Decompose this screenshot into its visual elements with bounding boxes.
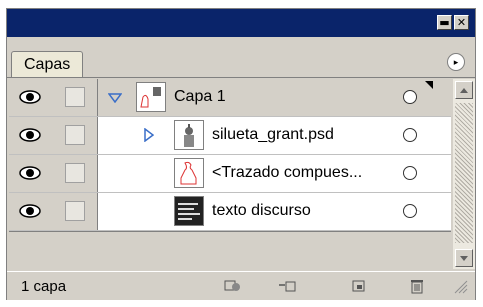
layer-name: Capa 1 bbox=[174, 88, 226, 105]
lock-toggle[interactable] bbox=[57, 79, 98, 116]
target-circle-icon[interactable] bbox=[403, 204, 417, 218]
panel-footer: 1 capa bbox=[7, 271, 475, 300]
scroll-up-button[interactable] bbox=[455, 81, 473, 99]
resize-grip-icon[interactable] bbox=[449, 278, 469, 294]
layer-name: <Trazado compues... bbox=[212, 164, 363, 181]
panel-menu-button[interactable]: ▸ bbox=[447, 53, 465, 71]
layer-name: texto discurso bbox=[212, 202, 311, 219]
scroll-track[interactable] bbox=[455, 103, 473, 243]
trash-icon[interactable] bbox=[407, 278, 427, 294]
lock-toggle[interactable] bbox=[57, 117, 98, 154]
close-button[interactable]: ✕ bbox=[454, 15, 469, 30]
layer-row-trazado[interactable]: <Trazado compues... bbox=[9, 155, 451, 193]
target-circle-icon[interactable] bbox=[403, 166, 417, 180]
locate-object-icon[interactable] bbox=[223, 278, 243, 294]
arrow-up-icon bbox=[460, 88, 468, 93]
minimize-button[interactable]: ▬ bbox=[437, 15, 452, 30]
lock-box bbox=[65, 201, 85, 221]
layer-name-cell[interactable]: Capa 1 bbox=[98, 79, 451, 116]
layers-list: Capa 1 silueta_grant.psd <Trazado compue… bbox=[9, 79, 451, 251]
lock-box bbox=[65, 163, 85, 183]
layer-thumbnail bbox=[174, 196, 204, 226]
expand-triangle-open-icon[interactable] bbox=[108, 93, 122, 103]
eye-icon bbox=[19, 128, 41, 142]
layer-row-texto-discurso[interactable]: texto discurso bbox=[9, 193, 451, 231]
target-circle-icon[interactable] bbox=[403, 90, 417, 104]
lock-toggle[interactable] bbox=[57, 193, 98, 230]
layer-thumbnail bbox=[174, 158, 204, 188]
layer-name-cell[interactable]: silueta_grant.psd bbox=[98, 117, 451, 154]
vertical-scrollbar[interactable] bbox=[453, 79, 475, 269]
tab-row: Capas ▸ bbox=[7, 37, 475, 78]
expand-triangle-closed-icon[interactable] bbox=[144, 128, 154, 142]
visibility-toggle[interactable] bbox=[9, 193, 58, 230]
eye-icon bbox=[19, 204, 41, 218]
visibility-toggle[interactable] bbox=[9, 155, 58, 192]
layers-panel-window: ▬ ✕ Capas ▸ Capa 1 silueta_grant.psd <Tr… bbox=[6, 8, 476, 300]
eye-icon bbox=[19, 90, 41, 104]
selected-corner-icon bbox=[425, 81, 433, 89]
layer-name: silueta_grant.psd bbox=[212, 126, 334, 143]
layer-row-capa-1[interactable]: Capa 1 bbox=[9, 79, 451, 117]
layer-thumbnail bbox=[174, 120, 204, 150]
tab-capas[interactable]: Capas bbox=[11, 51, 84, 77]
new-sublayer-icon[interactable] bbox=[349, 278, 369, 294]
layer-thumbnail bbox=[136, 82, 166, 112]
eye-icon bbox=[19, 166, 41, 180]
empty-list-area bbox=[9, 231, 451, 270]
visibility-toggle[interactable] bbox=[9, 117, 58, 154]
layer-name-cell[interactable]: texto discurso bbox=[98, 193, 451, 230]
make-clipping-mask-icon[interactable] bbox=[277, 278, 297, 294]
lock-toggle[interactable] bbox=[57, 155, 98, 192]
layer-count-status: 1 capa bbox=[21, 278, 67, 295]
layer-name-cell[interactable]: <Trazado compues... bbox=[98, 155, 451, 192]
lock-box bbox=[65, 87, 85, 107]
arrow-down-icon bbox=[460, 256, 468, 261]
title-bar[interactable]: ▬ ✕ bbox=[7, 9, 475, 37]
scroll-down-button[interactable] bbox=[455, 249, 473, 267]
layer-row-silueta[interactable]: silueta_grant.psd bbox=[9, 117, 451, 155]
lock-box bbox=[65, 125, 85, 145]
target-circle-icon[interactable] bbox=[403, 128, 417, 142]
visibility-toggle[interactable] bbox=[9, 79, 58, 116]
